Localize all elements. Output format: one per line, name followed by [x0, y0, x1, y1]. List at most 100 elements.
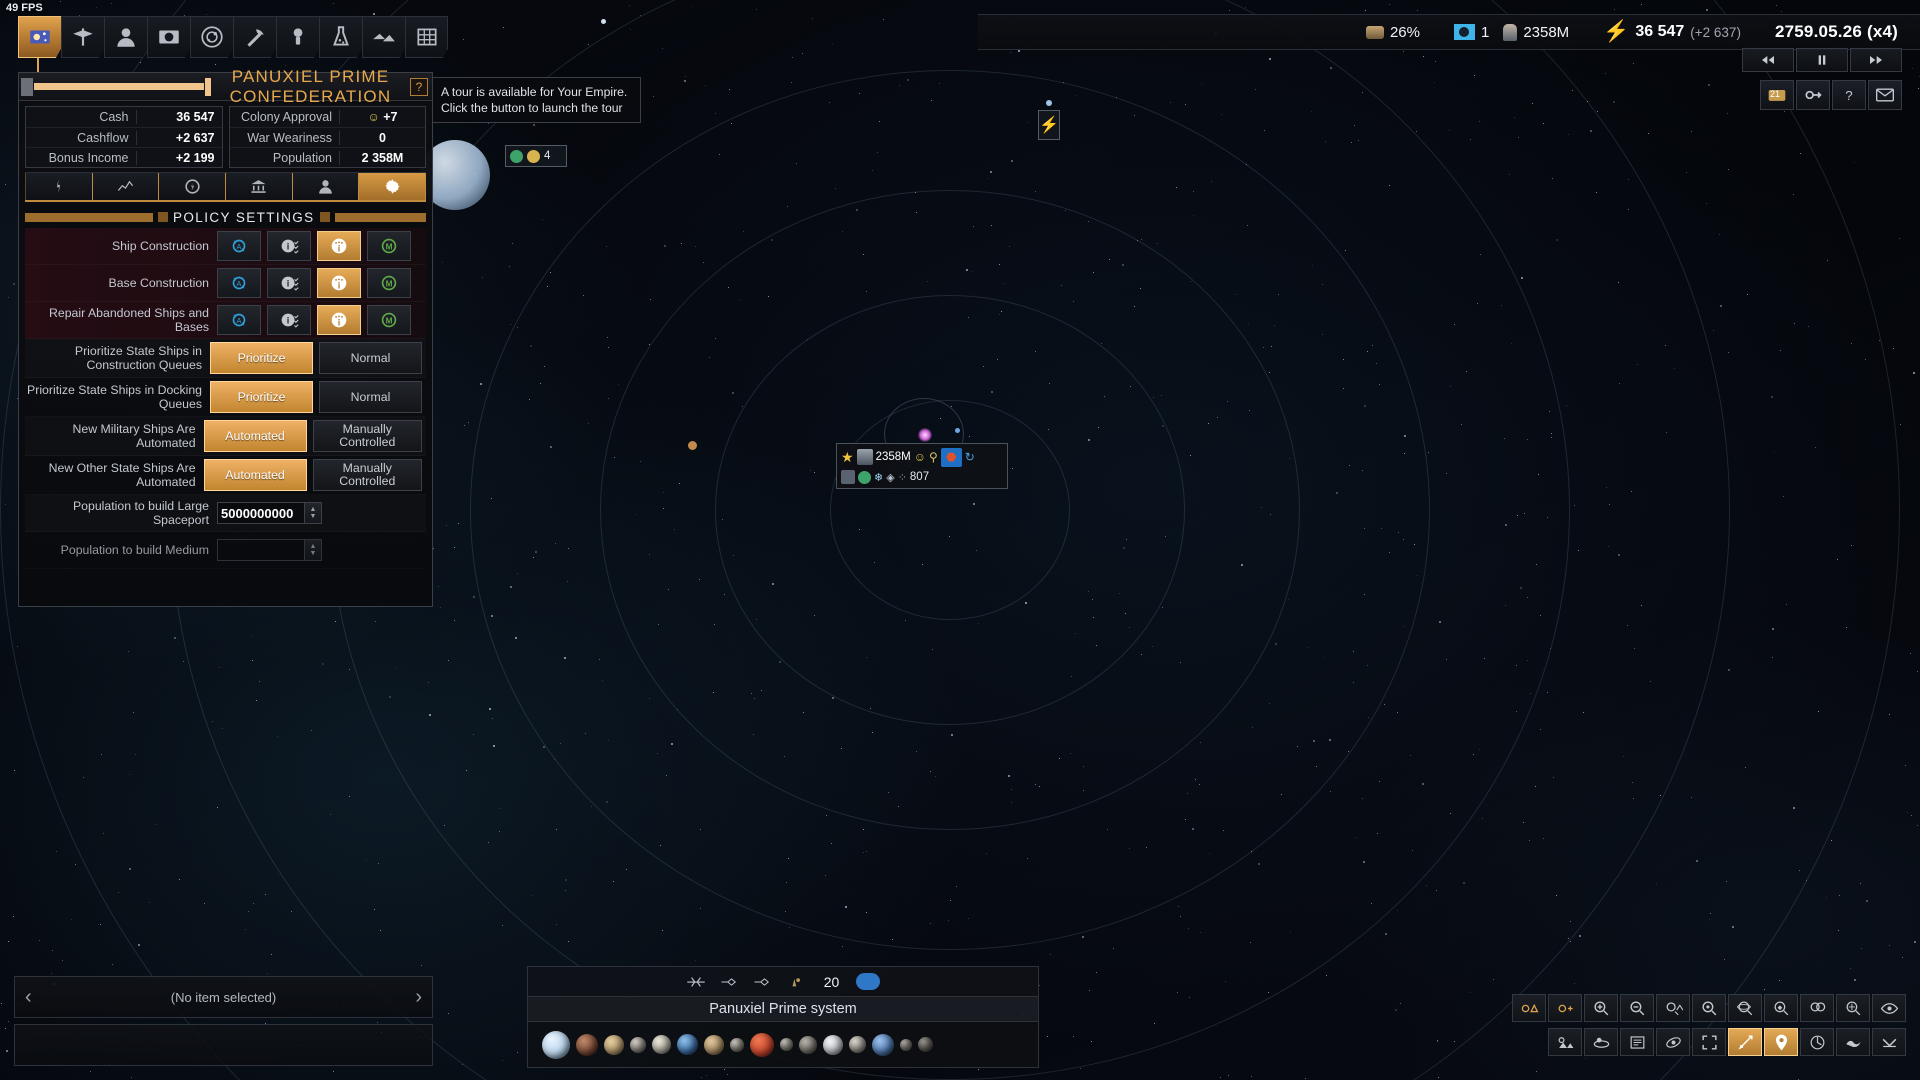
next-selection-button[interactable]: › — [415, 986, 422, 1009]
policy-manual-button[interactable]: M — [367, 268, 411, 298]
toolbar-button-mining[interactable] — [233, 16, 276, 58]
nebula-layer-button[interactable] — [1836, 1028, 1870, 1056]
toolbar-button-empire-overview[interactable] — [18, 16, 61, 58]
policy-suggest-button[interactable]: i — [267, 305, 311, 335]
planet-thumb[interactable] — [630, 1036, 646, 1053]
policy-auto-button[interactable]: A — [217, 305, 261, 335]
stepper-up-icon[interactable]: ▲ — [310, 506, 317, 513]
planet-thumb[interactable] — [576, 1033, 598, 1056]
system-planet-strip[interactable] — [527, 1022, 1039, 1068]
tab-statistics[interactable] — [92, 173, 160, 200]
toolbar-button-diplomacy[interactable] — [61, 16, 104, 58]
visibility-button[interactable] — [1872, 994, 1906, 1022]
colony-marker-green[interactable]: 4 — [505, 145, 567, 167]
tab-trade[interactable] — [159, 173, 227, 200]
help-button[interactable]: ? — [410, 78, 428, 96]
toolbar-button-build-list[interactable] — [405, 16, 448, 58]
zoom-select-button[interactable] — [1692, 994, 1726, 1022]
stepper-arrows[interactable]: ▲ ▼ — [305, 539, 322, 561]
option-manually-controlled[interactable]: Manually Controlled — [312, 459, 422, 491]
planet-thumb[interactable] — [849, 1036, 866, 1053]
zoom-fleet-button[interactable] — [1764, 994, 1798, 1022]
messages-button[interactable]: 21 — [1760, 80, 1794, 110]
toolbar-button-fleets[interactable] — [362, 16, 405, 58]
planet-thumb[interactable] — [704, 1034, 724, 1055]
marker-layer-button[interactable] — [1764, 1028, 1798, 1056]
planet-thumb[interactable] — [799, 1035, 817, 1054]
tab-policy[interactable] — [359, 173, 427, 200]
policy-suggest-button[interactable]: i — [267, 268, 311, 298]
range-layer-button[interactable] — [1800, 1028, 1834, 1056]
policy-info-button[interactable]: i — [317, 305, 361, 335]
policy-manual-button[interactable]: M — [367, 231, 411, 261]
fleet-marker-red[interactable]: ⚡ — [1038, 110, 1060, 140]
planet-thumb[interactable] — [730, 1037, 744, 1052]
option-normal[interactable]: Normal — [319, 342, 422, 374]
hud-colonies[interactable]: 1 2358M — [1453, 23, 1569, 41]
hud-cash[interactable]: ⚡ 36 547 (+2 637) — [1603, 21, 1741, 42]
policy-settings-list[interactable]: Ship Construction A i i M Base Construct… — [25, 228, 426, 600]
planet-thumb[interactable] — [652, 1035, 671, 1054]
tab-population[interactable] — [292, 173, 360, 200]
collapse-button[interactable] — [1872, 1028, 1906, 1056]
option-automated[interactable]: Automated — [203, 420, 307, 452]
resource-layer-button[interactable] — [1584, 1028, 1618, 1056]
planet-thumb[interactable] — [872, 1033, 894, 1056]
stepper-up-icon[interactable]: ▲ — [310, 543, 317, 550]
policy-auto-button[interactable]: A — [217, 268, 261, 298]
option-prioritize[interactable]: Prioritize — [210, 381, 313, 413]
planet-thumb[interactable] — [780, 1038, 793, 1051]
option-normal[interactable]: Normal — [319, 381, 422, 413]
help-button[interactable]: ? — [1832, 80, 1866, 110]
planet-thumb[interactable] — [677, 1034, 698, 1055]
toolbar-button-research[interactable] — [319, 16, 362, 58]
zoom-planet-button[interactable] — [1728, 994, 1762, 1022]
zoom-fit-button[interactable] — [1656, 994, 1690, 1022]
stepper-arrows[interactable]: ▲ ▼ — [305, 502, 322, 524]
toolbar-button-galaxy-map[interactable] — [190, 16, 233, 58]
colony-tooltip[interactable]: ★ 2358M ☺ ⚲ ⬣ ↻ ❄ ◈ ⁘ 807 — [836, 443, 1008, 489]
pause-button[interactable] — [1796, 48, 1848, 72]
planet-thumb[interactable] — [750, 1032, 774, 1057]
population-stepper[interactable]: ▲ ▼ — [217, 539, 322, 561]
tab-government[interactable] — [226, 173, 293, 200]
diplomacy-button[interactable] — [1796, 80, 1830, 110]
population-input[interactable] — [217, 502, 305, 524]
population-stepper[interactable]: ▲ ▼ — [217, 502, 322, 524]
planet-thumb[interactable] — [918, 1037, 933, 1052]
toolbar-button-colonies[interactable] — [147, 16, 190, 58]
policy-auto-button[interactable]: A — [217, 231, 261, 261]
tab-economy[interactable] — [25, 173, 93, 200]
orbit-layer-button[interactable] — [1656, 1028, 1690, 1056]
toolbar-button-construction[interactable] — [276, 16, 319, 58]
system-indicator[interactable] — [856, 973, 881, 990]
zoom-range-button[interactable] — [1800, 994, 1834, 1022]
policy-info-button[interactable]: i — [317, 268, 361, 298]
policy-suggest-button[interactable]: i — [267, 231, 311, 261]
option-manually-controlled[interactable]: Manually Controlled — [312, 420, 422, 452]
zoom-out-button[interactable] — [1620, 994, 1654, 1022]
stepper-down-icon[interactable]: ▼ — [310, 550, 317, 557]
fullscreen-button[interactable] — [1692, 1028, 1726, 1056]
option-prioritize[interactable]: Prioritize — [210, 342, 313, 374]
hud-research[interactable]: 26% — [1365, 24, 1420, 41]
terrain-layer-button[interactable] — [1548, 1028, 1582, 1056]
stepper-down-icon[interactable]: ▼ — [310, 513, 317, 520]
rewind-button[interactable] — [1742, 48, 1794, 72]
planet-thumb[interactable] — [604, 1034, 624, 1055]
planet-thumb[interactable] — [542, 1030, 570, 1059]
mail-button[interactable] — [1868, 80, 1902, 110]
prev-selection-button[interactable]: ‹ — [25, 986, 32, 1009]
zoom-in-button[interactable] — [1584, 994, 1618, 1022]
filter-a-button[interactable] — [1512, 994, 1546, 1022]
zoom-empire-button[interactable] — [1836, 994, 1870, 1022]
fast-forward-button[interactable] — [1850, 48, 1902, 72]
policy-manual-button[interactable]: M — [367, 305, 411, 335]
planet-thumb[interactable] — [900, 1038, 912, 1051]
policy-info-button[interactable]: i — [317, 231, 361, 261]
colony-layer-button[interactable] — [1620, 1028, 1654, 1056]
population-input[interactable] — [217, 539, 305, 561]
filter-b-button[interactable] — [1548, 994, 1582, 1022]
option-automated[interactable]: Automated — [203, 459, 307, 491]
planet-thumb[interactable] — [823, 1034, 843, 1055]
